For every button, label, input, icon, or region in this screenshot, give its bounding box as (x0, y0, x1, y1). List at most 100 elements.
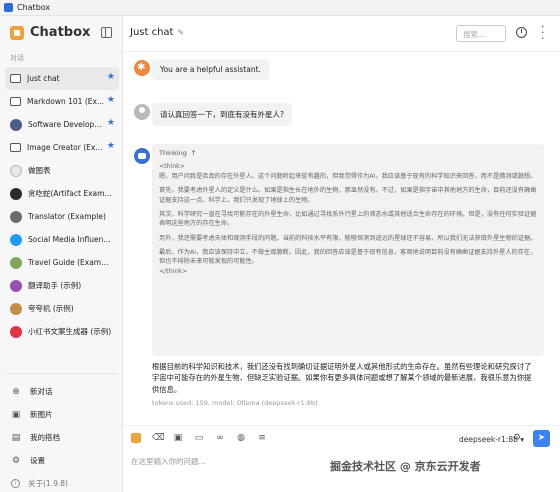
star-icon[interactable]: ★ (107, 72, 115, 82)
new-chat-button[interactable]: ⊕ 新对话 (5, 380, 119, 403)
conversation-label: 翻译助手 (示例) (28, 281, 82, 290)
chat-title-text: Just chat (130, 27, 174, 38)
chat-bubble-icon (10, 74, 21, 83)
globe-icon[interactable]: ◍ (236, 433, 246, 443)
user-message: 请认真回答一下，到底有没有外星人? (152, 103, 292, 126)
settings-gear-icon[interactable]: ⚙ (513, 433, 521, 443)
new-image-label: 新图片 (30, 410, 53, 419)
system-avatar-icon (134, 60, 150, 76)
conversation-label: 贪吃蛇(Artifact Example) (28, 189, 112, 198)
system-message: You are a helpful assistant. (152, 59, 269, 80)
collapse-sidebar-icon[interactable] (101, 27, 112, 38)
brand-name: Chatbox (30, 25, 91, 40)
history-clock-icon[interactable] (516, 27, 527, 38)
thinking-paragraph: 最后，作为AI，我应该保持中立，不做主观臆断。因此，我的回答应该是基于现有信息，… (159, 248, 537, 266)
sidebar-divider (5, 373, 119, 374)
translator-avatar-icon (10, 210, 22, 223)
conversation-item-markdown[interactable]: Markdown 101 (Ex... ★ (5, 90, 119, 113)
conversation-item-snake[interactable]: 贪吃蛇(Artifact Example) (5, 182, 119, 205)
conversation-item-software-developer[interactable]: Software Develop... ★ (5, 113, 119, 136)
conversation-label: Translator (Example) (28, 212, 106, 221)
conversation-item-just-chat[interactable]: Just chat ★ (5, 67, 119, 90)
sidebar-actions: ⊕ 新对话 ▣ 新图片 ▤ 我的搭档 ⚙ 设置 (5, 373, 119, 472)
message-list: You are a helpful assistant. 请认真回答一下，到底有… (123, 53, 560, 423)
conversation-item-travel-guide[interactable]: Travel Guide (Example) (5, 251, 119, 274)
conversation-label: Image Creator (Ex... (27, 143, 103, 152)
thinking-label: Thinking (159, 149, 187, 157)
conversation-list: Just chat ★ Markdown 101 (Ex... ★ Softwa… (5, 67, 119, 343)
brand: Chatbox (10, 25, 90, 40)
token-usage: tokens used: 159, model: Ollama (deepsee… (152, 399, 318, 407)
thinking-block: Thinking ↑ <think> 嗯，用户问我是否真的存在外星人。这个问题听起… (152, 144, 544, 356)
app-icon (4, 3, 13, 12)
collapse-arrow-icon[interactable]: ↑ (191, 149, 196, 157)
eraser-icon[interactable]: ⌫ (152, 433, 165, 443)
gear-icon: ⚙ (11, 455, 21, 466)
conversation-label: Travel Guide (Example) (28, 258, 112, 267)
conversation-item-translator[interactable]: Translator (Example) (5, 205, 119, 228)
folder-icon[interactable]: ▭ (194, 433, 204, 443)
conversation-item-praise[interactable]: 夸夸机 (示例) (5, 297, 119, 320)
snake-avatar-icon (10, 187, 22, 200)
send-icon: ➤ (537, 433, 546, 443)
conversation-item-translate-assistant[interactable]: 翻译助手 (示例) (5, 274, 119, 297)
conversation-item-social-media[interactable]: Social Media Influencer ... (5, 228, 119, 251)
developer-avatar-icon (10, 118, 22, 131)
chart-avatar-icon (10, 164, 22, 177)
star-icon[interactable]: ★ (107, 141, 115, 151)
chatbox-logo-icon (10, 25, 24, 40)
window-titlebar: Chatbox (0, 0, 560, 16)
partner-icon: ▤ (11, 432, 21, 443)
sidebar: Chatbox 对话 Just chat ★ Markdown 101 (Ex.… (0, 16, 123, 492)
translate-avatar-icon (10, 279, 22, 292)
conversation-label: 夸夸机 (示例) (28, 304, 74, 313)
search-input[interactable]: 搜索... (456, 25, 506, 42)
plus-circle-icon: ⊕ (12, 386, 20, 397)
new-image-button[interactable]: ▣ 新图片 (5, 403, 119, 426)
link-icon[interactable]: ∞ (215, 433, 225, 443)
thinking-paragraph: <think> (159, 162, 185, 170)
chat-title[interactable]: Just chat ✎ (130, 27, 184, 38)
conversation-item-xiaohongshu[interactable]: 小红书文案生成器 (示例) (5, 320, 119, 343)
main-panel: Just chat✎ 搜索... ··· You are a helpful a… (123, 16, 560, 492)
conversation-label: Just chat (27, 74, 60, 83)
chat-bubble-icon (10, 97, 21, 106)
conversation-item-chart[interactable]: 做图表 (5, 159, 119, 182)
about-version-button[interactable]: i 关于(1.9.8) (11, 478, 68, 489)
conversation-label: Social Media Influencer ... (28, 235, 112, 244)
send-button[interactable]: ➤ (533, 430, 550, 447)
thinking-paragraph: 嗯，用户问我是否真的存在外星人。这个问题听起来挺有趣的，但我觉得作为AI，我应该… (159, 173, 537, 181)
model-name: deepseek-r1:8b (459, 435, 518, 444)
chatbox-logo-icon[interactable] (131, 433, 141, 443)
sliders-icon[interactable]: ≡ (257, 433, 267, 443)
edit-pencil-icon[interactable]: ✎ (177, 28, 184, 37)
settings-label: 设置 (30, 456, 45, 465)
thinking-paragraph: 另外，我还需要考虑天体和观测手段的问题。当前的科技水平有限，能够探测到遥远的星球… (159, 234, 537, 242)
conversation-item-image-creator[interactable]: Image Creator (Ex... ★ (5, 136, 119, 159)
user-avatar-icon (134, 104, 150, 120)
assistant-answer: 根据目前的科学知识和技术，我们还没有找到确切证据证明外星人或其他形式的生命存在。… (152, 362, 532, 394)
assistant-avatar-icon (134, 148, 150, 164)
travel-avatar-icon (10, 256, 22, 269)
chat-bubble-icon (10, 143, 21, 152)
star-icon[interactable]: ★ (107, 118, 115, 128)
settings-button[interactable]: ⚙ 设置 (5, 449, 119, 472)
xiaohongshu-avatar-icon (10, 325, 22, 338)
conversation-label: 小红书文案生成器 (示例) (28, 327, 112, 336)
conversation-label: 做图表 (28, 166, 51, 175)
info-icon: i (11, 479, 20, 488)
conversation-label: Software Develop... (28, 120, 102, 129)
star-icon[interactable]: ★ (107, 95, 115, 105)
thinking-header[interactable]: Thinking ↑ (159, 149, 537, 159)
composer-toolbar: ⌫ ▣ ▭ ∞ ◍ ≡ (131, 433, 278, 443)
thinking-paragraph: </think> (159, 268, 188, 276)
window-title: Chatbox (17, 3, 51, 12)
chat-header: Just chat ✎ 搜索... · · · (123, 16, 560, 52)
image-icon[interactable]: ▣ (173, 433, 183, 443)
thinking-paragraph: 其次，科学研究一直在寻找可能存在的外星生命，比如通过寻找系外行星上的液态水或其他… (159, 210, 537, 228)
conversations-section-label: 对话 (10, 54, 24, 62)
more-vertical-icon[interactable]: · · · (541, 21, 545, 44)
twitter-avatar-icon (10, 233, 22, 246)
conversation-label: Markdown 101 (Ex... (27, 97, 105, 106)
my-partners-button[interactable]: ▤ 我的搭档 (5, 426, 119, 449)
